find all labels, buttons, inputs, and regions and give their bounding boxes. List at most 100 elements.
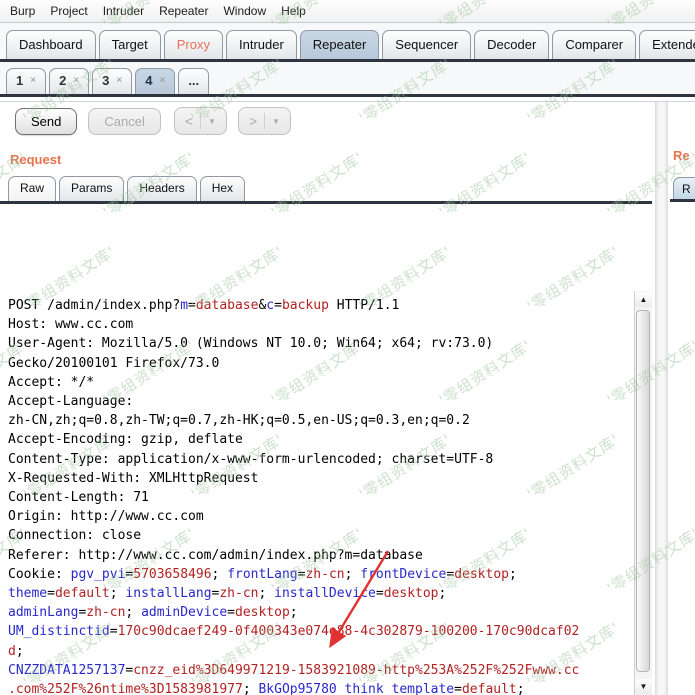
request-text-segment: ; bbox=[509, 567, 517, 582]
request-text-segment: UM_distinctid bbox=[8, 624, 110, 639]
request-line: Content-Type: application/x-www-form-url… bbox=[8, 450, 634, 469]
burp-suite-window: { "menubar": { "items": ["Burp", "Projec… bbox=[0, 0, 695, 695]
tab-intruder[interactable]: Intruder bbox=[226, 30, 297, 59]
request-text-segment: Content-Length: 71 bbox=[8, 490, 149, 505]
tab-proxy[interactable]: Proxy bbox=[164, 30, 223, 59]
request-text-segment: theme bbox=[8, 586, 47, 601]
request-text-segment: adminDevice bbox=[141, 605, 227, 620]
menu-item-intruder[interactable]: Intruder bbox=[103, 4, 144, 18]
scroll-down-icon[interactable]: ▼ bbox=[635, 679, 652, 694]
repeater-tab-4[interactable]: 4× bbox=[135, 68, 175, 94]
request-text-segment: = bbox=[376, 586, 384, 601]
button-separator bbox=[200, 113, 201, 129]
request-text-segment: desktop bbox=[454, 567, 509, 582]
close-icon[interactable]: × bbox=[116, 75, 122, 86]
request-text-segment: ; bbox=[290, 605, 298, 620]
request-line: X-Requested-With: XMLHttpRequest bbox=[8, 469, 634, 488]
request-text-segment: Host: www.cc.com bbox=[8, 317, 133, 332]
tab-dashboard[interactable]: Dashboard bbox=[6, 30, 96, 59]
menu-item-burp[interactable]: Burp bbox=[10, 4, 35, 18]
cancel-button[interactable]: Cancel bbox=[88, 108, 160, 135]
request-text-segment: Connection: close bbox=[8, 528, 141, 543]
request-text-segment: c bbox=[266, 298, 274, 313]
request-text-segment: default bbox=[462, 682, 517, 695]
request-tab-hex[interactable]: Hex bbox=[200, 176, 245, 201]
request-text-segment: Content-Type: application/x-www-form-url… bbox=[8, 452, 493, 467]
prev-request-button[interactable]: < ▼ bbox=[174, 107, 227, 135]
request-tab-params[interactable]: Params bbox=[59, 176, 124, 201]
request-text-segment: ; bbox=[345, 567, 361, 582]
request-text-segment: = bbox=[188, 298, 196, 313]
tab-target[interactable]: Target bbox=[99, 30, 161, 59]
request-text-segment: zh-cn bbox=[86, 605, 125, 620]
request-text-segment: User-Agent: Mozilla/5.0 (Windows NT 10.0… bbox=[8, 336, 493, 351]
close-icon[interactable]: × bbox=[30, 75, 36, 86]
repeater-tab-label: 1 bbox=[16, 73, 23, 88]
close-icon[interactable]: × bbox=[159, 75, 165, 86]
response-raw-tab[interactable]: R bbox=[673, 177, 695, 199]
request-line: Referer: http://www.cc.com/admin/index.p… bbox=[8, 546, 634, 565]
send-button[interactable]: Send bbox=[15, 108, 77, 135]
request-text-segment: m bbox=[180, 298, 188, 313]
close-icon[interactable]: × bbox=[73, 75, 79, 86]
repeater-tab-item[interactable]: ... bbox=[178, 68, 209, 94]
request-editor[interactable]: POST /admin/index.php?m=database&c=backu… bbox=[0, 291, 652, 695]
repeater-tab-label: ... bbox=[188, 73, 199, 88]
repeater-tab-1[interactable]: 1× bbox=[6, 68, 46, 94]
request-text-segment: installDevice bbox=[274, 586, 376, 601]
repeater-tab-bar: 1×2×3×4×... bbox=[0, 62, 695, 97]
menu-item-project[interactable]: Project bbox=[50, 4, 87, 18]
next-request-button[interactable]: > ▼ bbox=[238, 107, 291, 135]
request-line: Accept-Encoding: gzip, deflate bbox=[8, 430, 634, 449]
request-text-segment: adminLang bbox=[8, 605, 78, 620]
request-line: zh-CN,zh;q=0.8,zh-TW;q=0.7,zh-HK;q=0.5,e… bbox=[8, 411, 634, 430]
request-text-segment: frontLang bbox=[227, 567, 297, 582]
request-line: UM_distinctid=170c90dcaef249-0f400343e07… bbox=[8, 622, 634, 641]
request-title: Request bbox=[10, 152, 652, 167]
request-text-segment: POST /admin/index.php? bbox=[8, 298, 180, 313]
menu-item-repeater[interactable]: Repeater bbox=[159, 4, 208, 18]
request-text-segment: .com%252F%26ntime%3D1583981977 bbox=[8, 682, 243, 695]
tab-decoder[interactable]: Decoder bbox=[474, 30, 549, 59]
panel-splitter[interactable] bbox=[655, 94, 668, 695]
menu-item-help[interactable]: Help bbox=[281, 4, 306, 18]
request-text-segment: Accept: */* bbox=[8, 375, 94, 390]
repeater-tab-2[interactable]: 2× bbox=[49, 68, 89, 94]
request-text-segment: frontDevice bbox=[360, 567, 446, 582]
request-pane: Send Cancel < ▼ > ▼ Request RawParamsHea… bbox=[0, 94, 652, 695]
menu-item-window[interactable]: Window bbox=[223, 4, 266, 18]
request-text-segment: ; bbox=[439, 586, 447, 601]
request-view-tabs: RawParamsHeadersHex bbox=[0, 176, 652, 204]
request-line: Cookie: pgv_pvi=5703658496; frontLang=zh… bbox=[8, 565, 634, 584]
request-text-segment: = bbox=[274, 298, 282, 313]
request-text-segment: backup bbox=[282, 298, 329, 313]
request-text-segment: ; bbox=[16, 644, 24, 659]
request-text-segment: zh-cn bbox=[219, 586, 258, 601]
request-line: Accept-Language: bbox=[8, 392, 634, 411]
request-tab-raw[interactable]: Raw bbox=[8, 176, 56, 201]
tab-sequencer[interactable]: Sequencer bbox=[382, 30, 471, 59]
repeater-tab-label: 4 bbox=[145, 73, 152, 88]
request-line: Origin: http://www.cc.com bbox=[8, 507, 634, 526]
response-tab-rule bbox=[670, 199, 695, 202]
request-line: d; bbox=[8, 642, 634, 661]
request-text-segment: Accept-Language: bbox=[8, 394, 133, 409]
request-text-segment: HTTP/1.1 bbox=[329, 298, 399, 313]
request-tab-headers[interactable]: Headers bbox=[127, 176, 196, 201]
request-text-segment: X-Requested-With: XMLHttpRequest bbox=[8, 471, 258, 486]
main-tab-bar: DashboardTargetProxyIntruderRepeaterSequ… bbox=[0, 23, 695, 62]
request-text[interactable]: POST /admin/index.php?m=database&c=backu… bbox=[0, 291, 634, 695]
scrollbar-thumb[interactable] bbox=[636, 310, 650, 672]
request-text-segment: pgv_pvi bbox=[71, 567, 126, 582]
request-text-segment: BkGOp95780_think_template bbox=[258, 682, 454, 695]
tab-repeater[interactable]: Repeater bbox=[300, 30, 379, 59]
tab-comparer[interactable]: Comparer bbox=[552, 30, 636, 59]
tab-extender[interactable]: Extender bbox=[639, 30, 695, 59]
next-arrow-icon: > bbox=[249, 114, 257, 128]
repeater-tab-3[interactable]: 3× bbox=[92, 68, 132, 94]
repeater-tab-label: 3 bbox=[102, 73, 109, 88]
request-line: Content-Length: 71 bbox=[8, 488, 634, 507]
request-line: POST /admin/index.php?m=database&c=backu… bbox=[8, 296, 634, 315]
scroll-up-icon[interactable]: ▲ bbox=[635, 292, 652, 307]
vertical-scrollbar[interactable]: ▲ ▼ bbox=[634, 291, 652, 695]
